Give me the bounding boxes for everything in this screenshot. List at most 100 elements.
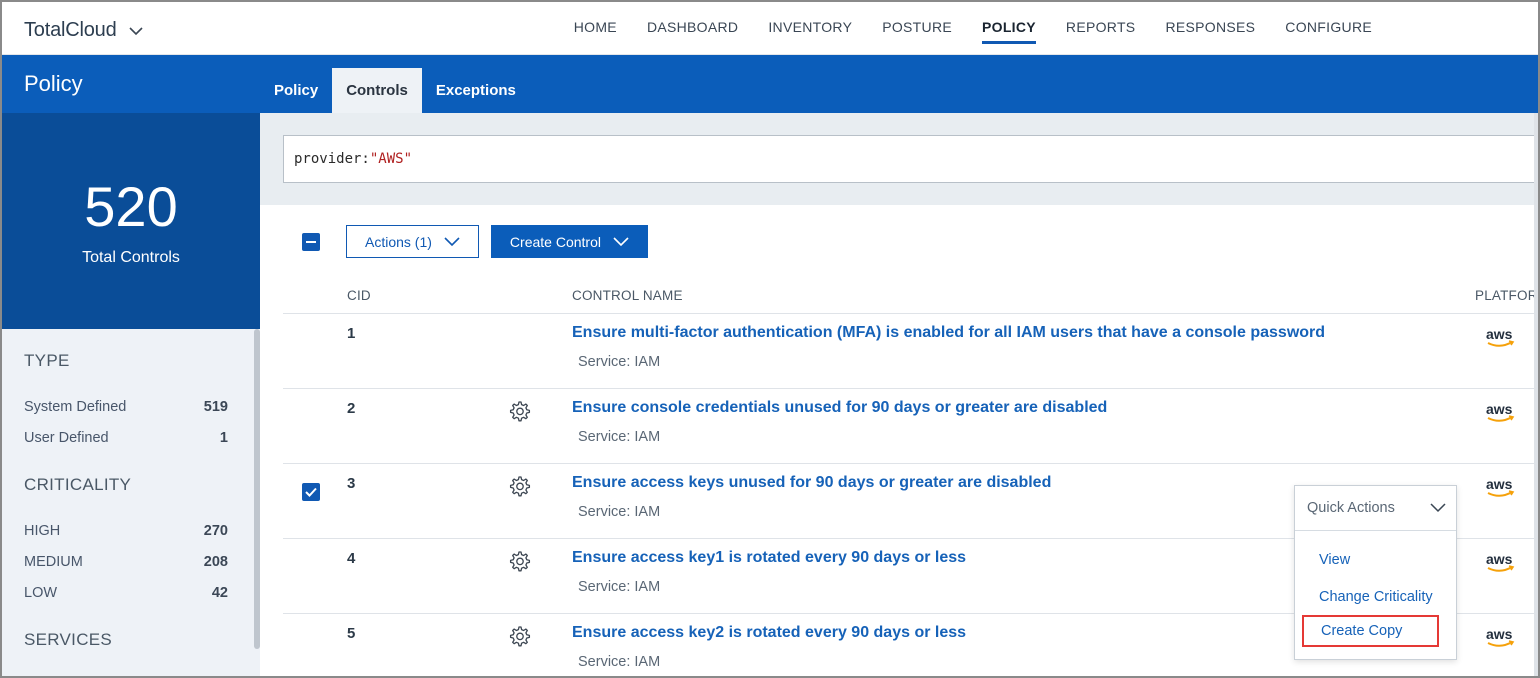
quick-actions-list: View Change Criticality Create Copy	[1295, 531, 1456, 659]
control-service: Service: IAM	[578, 654, 661, 670]
chevron-down-icon	[613, 236, 629, 246]
search-area: provider: "AWS"	[260, 113, 1538, 205]
actions-dropdown-button[interactable]: Actions (1)	[346, 225, 479, 258]
control-name-link[interactable]: Ensure console credentials unused for 90…	[572, 399, 1107, 417]
aws-logo-icon: aws	[1486, 551, 1515, 572]
nav-policy[interactable]: POLICY	[982, 2, 1036, 55]
svg-text:aws: aws	[1486, 551, 1513, 567]
aws-logo-icon: aws	[1486, 326, 1515, 347]
control-service: Service: IAM	[578, 429, 661, 445]
create-control-label: Create Control	[509, 233, 601, 250]
total-controls-count: 520	[84, 175, 178, 238]
facet-label: LOW	[24, 584, 58, 601]
nav-dashboard[interactable]: DASHBOARD	[647, 2, 738, 55]
quick-actions-menu: Quick Actions View Change Criticality Cr…	[1294, 485, 1457, 660]
control-service: Service: IAM	[578, 354, 661, 370]
create-control-button[interactable]: Create Control	[490, 225, 648, 258]
top-navigation-bar: TotalCloud HOME DASHBOARD INVENTORY POST…	[2, 2, 1538, 55]
svg-text:aws: aws	[1486, 326, 1513, 342]
aws-logo-icon: aws	[1486, 626, 1515, 647]
table-toolbar: Actions (1) Create Control	[302, 225, 648, 258]
control-name-link[interactable]: Ensure access key1 is rotated every 90 d…	[572, 549, 966, 567]
chevron-down-icon	[1430, 503, 1446, 513]
facet-list: TYPE System Defined 519 User Defined 1 C…	[2, 351, 260, 650]
tab-controls[interactable]: Controls	[332, 68, 422, 113]
facet-heading-services: SERVICES	[24, 630, 113, 649]
app-window: TotalCloud HOME DASHBOARD INVENTORY POST…	[0, 0, 1540, 678]
gear-icon[interactable]	[507, 400, 531, 424]
facet-label: MEDIUM	[24, 553, 83, 570]
facet-count: 1	[219, 429, 228, 446]
facet-medium[interactable]: MEDIUM 208	[24, 546, 228, 577]
row-checkbox[interactable]	[302, 483, 320, 501]
control-name-link[interactable]: Ensure multi-factor authentication (MFA)…	[572, 324, 1325, 342]
tab-policy[interactable]: Policy	[260, 68, 332, 113]
row-cid: 1	[347, 325, 356, 342]
column-header-control-name[interactable]: CONTROL NAME	[572, 288, 683, 303]
row-cid: 3	[347, 475, 356, 492]
control-service: Service: IAM	[578, 504, 661, 520]
query-value: "AWS"	[369, 151, 413, 167]
select-all-checkbox[interactable]	[302, 232, 320, 251]
main-nav: HOME DASHBOARD INVENTORY POSTURE POLICY …	[544, 2, 1372, 55]
quick-action-create-copy[interactable]: Create Copy	[1302, 615, 1439, 647]
row-cid: 5	[347, 625, 356, 642]
row-cid: 4	[347, 550, 356, 567]
facet-low[interactable]: LOW 42	[24, 577, 228, 608]
facet-count: 270	[203, 522, 228, 539]
module-tabs: Policy Controls Exceptions	[260, 68, 530, 113]
checkmark-icon	[305, 487, 317, 497]
facet-heading-type: TYPE	[24, 351, 70, 370]
facet-count: 519	[203, 398, 228, 415]
facet-count: 208	[203, 553, 228, 570]
facet-count: 42	[211, 584, 228, 601]
nav-posture[interactable]: POSTURE	[882, 2, 952, 55]
main-scrollbar-track[interactable]	[1534, 113, 1538, 676]
column-header-platform[interactable]: PLATFORM	[1475, 288, 1538, 303]
facet-label: HIGH	[24, 522, 61, 539]
facet-user-defined[interactable]: User Defined 1	[24, 422, 228, 453]
nav-responses[interactable]: RESPONSES	[1165, 2, 1255, 55]
chevron-down-icon	[128, 26, 143, 35]
aws-logo-icon: aws	[1486, 401, 1515, 422]
column-header-cid[interactable]: CID	[347, 288, 371, 303]
facet-label: System Defined	[24, 398, 127, 415]
search-query-input[interactable]: provider: "AWS"	[283, 135, 1538, 183]
nav-reports[interactable]: REPORTS	[1066, 2, 1136, 55]
row-cid: 2	[347, 400, 356, 417]
query-key: provider:	[294, 151, 370, 167]
actions-label: Actions (1)	[365, 233, 432, 250]
svg-text:aws: aws	[1486, 401, 1513, 417]
nav-home[interactable]: HOME	[574, 2, 617, 55]
chevron-down-icon	[444, 236, 460, 246]
svg-text:aws: aws	[1486, 626, 1513, 642]
gear-icon[interactable]	[507, 550, 531, 574]
svg-text:aws: aws	[1486, 476, 1513, 492]
app-switcher[interactable]: TotalCloud	[24, 19, 145, 42]
facet-system-defined[interactable]: System Defined 519	[24, 391, 228, 422]
facet-label: User Defined	[24, 429, 109, 446]
gear-icon[interactable]	[507, 625, 531, 649]
brand-name: TotalCloud	[24, 19, 117, 41]
table-row[interactable]: 2 Ensure console credentials unused for …	[283, 388, 1538, 463]
quick-action-change-criticality[interactable]: Change Criticality	[1295, 578, 1456, 615]
module-title: Policy	[24, 71, 83, 96]
gear-icon[interactable]	[507, 475, 531, 499]
quick-action-view[interactable]: View	[1295, 541, 1456, 578]
total-controls-label: Total Controls	[82, 249, 180, 266]
nav-inventory[interactable]: INVENTORY	[768, 2, 852, 55]
module-header: Policy Policy Controls Exceptions	[2, 55, 1538, 113]
control-name-link[interactable]: Ensure access keys unused for 90 days or…	[572, 474, 1051, 492]
table-row[interactable]: 1 Ensure multi-factor authentication (MF…	[283, 313, 1538, 388]
filter-sidebar: 520 Total Controls TYPE System Defined 5…	[2, 113, 260, 676]
tab-exceptions[interactable]: Exceptions	[422, 68, 530, 113]
aws-logo-icon: aws	[1486, 476, 1515, 497]
facet-high[interactable]: HIGH 270	[24, 515, 228, 546]
quick-actions-toggle[interactable]: Quick Actions	[1295, 486, 1456, 531]
facet-heading-criticality: CRITICALITY	[24, 475, 132, 494]
control-service: Service: IAM	[578, 579, 661, 595]
nav-configure[interactable]: CONFIGURE	[1285, 2, 1372, 55]
control-name-link[interactable]: Ensure access key2 is rotated every 90 d…	[572, 624, 966, 642]
quick-actions-label: Quick Actions	[1307, 500, 1395, 516]
total-controls-summary: 520 Total Controls	[2, 113, 260, 329]
